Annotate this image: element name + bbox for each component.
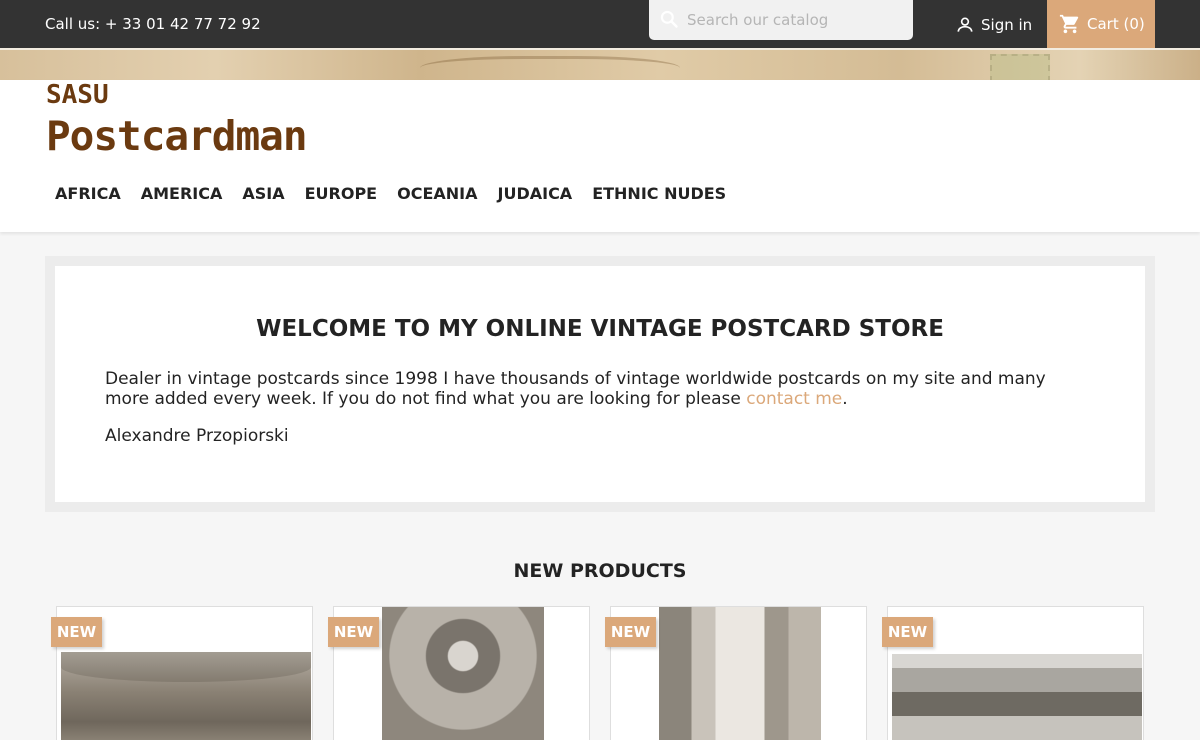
user-icon bbox=[957, 17, 973, 32]
product-thumbnail[interactable] bbox=[659, 607, 821, 740]
welcome-content: WELCOME TO MY ONLINE VINTAGE POSTCARD ST… bbox=[55, 266, 1145, 502]
category-nav: AFRICA AMERICA ASIA EUROPE OCEANIA JUDAI… bbox=[45, 184, 736, 203]
welcome-text-body: Dealer in vintage postcards since 1998 I… bbox=[105, 369, 1046, 409]
nav-item-ethnic-nudes[interactable]: ETHNIC NUDES bbox=[582, 184, 736, 203]
nav-item-oceania[interactable]: OCEANIA bbox=[387, 184, 487, 203]
cart-icon bbox=[1059, 14, 1079, 34]
logo-line-2[interactable]: Postcardman bbox=[46, 112, 308, 160]
contact-me-link[interactable]: contact me bbox=[746, 389, 842, 409]
nav-item-judaica[interactable]: JUDAICA bbox=[488, 184, 583, 203]
banner-stamp-decoration bbox=[990, 54, 1050, 80]
nav-item-africa[interactable]: AFRICA bbox=[45, 184, 131, 203]
product-thumbnail[interactable] bbox=[382, 607, 544, 740]
search-input[interactable] bbox=[687, 8, 903, 32]
welcome-text: Dealer in vintage postcards since 1998 I… bbox=[105, 369, 1095, 409]
contact-phone: Call us: + 33 01 42 77 72 92 bbox=[45, 15, 261, 33]
nav-item-europe[interactable]: EUROPE bbox=[295, 184, 388, 203]
new-badge: NEW bbox=[605, 617, 656, 647]
search-icon[interactable] bbox=[659, 9, 679, 29]
product-thumbnail[interactable] bbox=[892, 654, 1142, 740]
welcome-signature: Alexandre Przopiorski bbox=[105, 426, 289, 446]
sign-in-link[interactable]: Sign in bbox=[955, 13, 1032, 37]
nav-item-asia[interactable]: ASIA bbox=[232, 184, 294, 203]
top-bar: Call us: + 33 01 42 77 72 92 Sign in Car… bbox=[0, 0, 1200, 48]
welcome-block: WELCOME TO MY ONLINE VINTAGE POSTCARD ST… bbox=[45, 256, 1155, 512]
nav-item-america[interactable]: AMERICA bbox=[131, 184, 233, 203]
cart-button[interactable]: Cart (0) bbox=[1047, 0, 1155, 48]
new-badge: NEW bbox=[51, 617, 102, 647]
site-header: SASU Postcardman AFRICA AMERICA ASIA EUR… bbox=[0, 80, 1200, 232]
sign-in-label: Sign in bbox=[981, 16, 1033, 34]
new-badge: NEW bbox=[328, 617, 379, 647]
welcome-text-end: . bbox=[842, 389, 848, 409]
logo-line-1[interactable]: SASU bbox=[46, 80, 109, 110]
product-thumbnail[interactable] bbox=[61, 652, 311, 740]
vintage-banner-strip bbox=[0, 48, 1200, 80]
search-box[interactable] bbox=[649, 0, 913, 40]
banner-script-decoration bbox=[420, 56, 680, 80]
new-products-title: NEW PRODUCTS bbox=[513, 560, 687, 582]
cart-label: Cart (0) bbox=[1087, 15, 1145, 33]
welcome-title: WELCOME TO MY ONLINE VINTAGE POSTCARD ST… bbox=[256, 316, 944, 342]
new-badge: NEW bbox=[882, 617, 933, 647]
